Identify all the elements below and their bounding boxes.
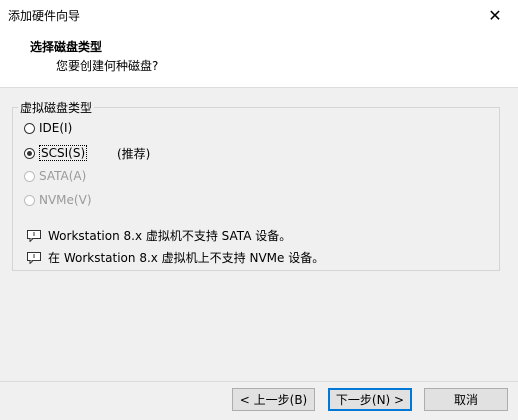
radio-label-scsi: SCSI(S) bbox=[39, 145, 88, 161]
radio-circle[interactable] bbox=[24, 122, 35, 134]
radio-label-nvme: NVMe(V) bbox=[39, 193, 92, 207]
radio-scsi[interactable]: SCSI(S) bbox=[24, 145, 88, 161]
note-sata-text: Workstation 8.x 虚拟机不支持 SATA 设备。 bbox=[48, 229, 292, 243]
window-title: 添加硬件向导 bbox=[8, 9, 81, 23]
radio-label-sata: SATA(A) bbox=[39, 169, 87, 183]
radio-circle-selected[interactable] bbox=[24, 147, 35, 159]
close-button[interactable]: ✕ bbox=[472, 0, 518, 30]
close-icon: ✕ bbox=[488, 5, 502, 25]
radio-nvme: NVMe(V) bbox=[24, 193, 92, 207]
radio-sata: SATA(A) bbox=[24, 169, 86, 183]
page-subtitle: 您要创建何种磁盘? bbox=[56, 59, 159, 73]
disk-type-group-label: 虚拟磁盘类型 bbox=[18, 99, 95, 116]
info-icon bbox=[27, 229, 41, 242]
title-bar: 添加硬件向导 ✕ bbox=[0, 0, 518, 30]
info-icon bbox=[27, 251, 41, 264]
note-sata: Workstation 8.x 虚拟机不支持 SATA 设备。 bbox=[27, 227, 291, 244]
radio-label-ide: IDE(I) bbox=[39, 121, 73, 135]
page-title: 选择磁盘类型 bbox=[30, 40, 103, 54]
next-button[interactable]: 下一步(N) > bbox=[328, 388, 412, 411]
note-nvme: 在 Workstation 8.x 虚拟机上不支持 NVMe 设备。 bbox=[27, 249, 324, 266]
back-button[interactable]: < 上一步(B) bbox=[232, 388, 315, 411]
recommend-label: (推荐) bbox=[117, 147, 151, 161]
footer-divider bbox=[0, 381, 518, 382]
radio-circle bbox=[24, 170, 35, 182]
wizard-header: 选择磁盘类型 您要创建何种磁盘? bbox=[0, 30, 518, 88]
cancel-button[interactable]: 取消 bbox=[424, 388, 508, 411]
radio-ide[interactable]: IDE(I) bbox=[24, 121, 72, 135]
radio-circle bbox=[24, 194, 35, 206]
note-nvme-text: 在 Workstation 8.x 虚拟机上不支持 NVMe 设备。 bbox=[48, 251, 325, 265]
disk-type-group bbox=[12, 107, 500, 271]
